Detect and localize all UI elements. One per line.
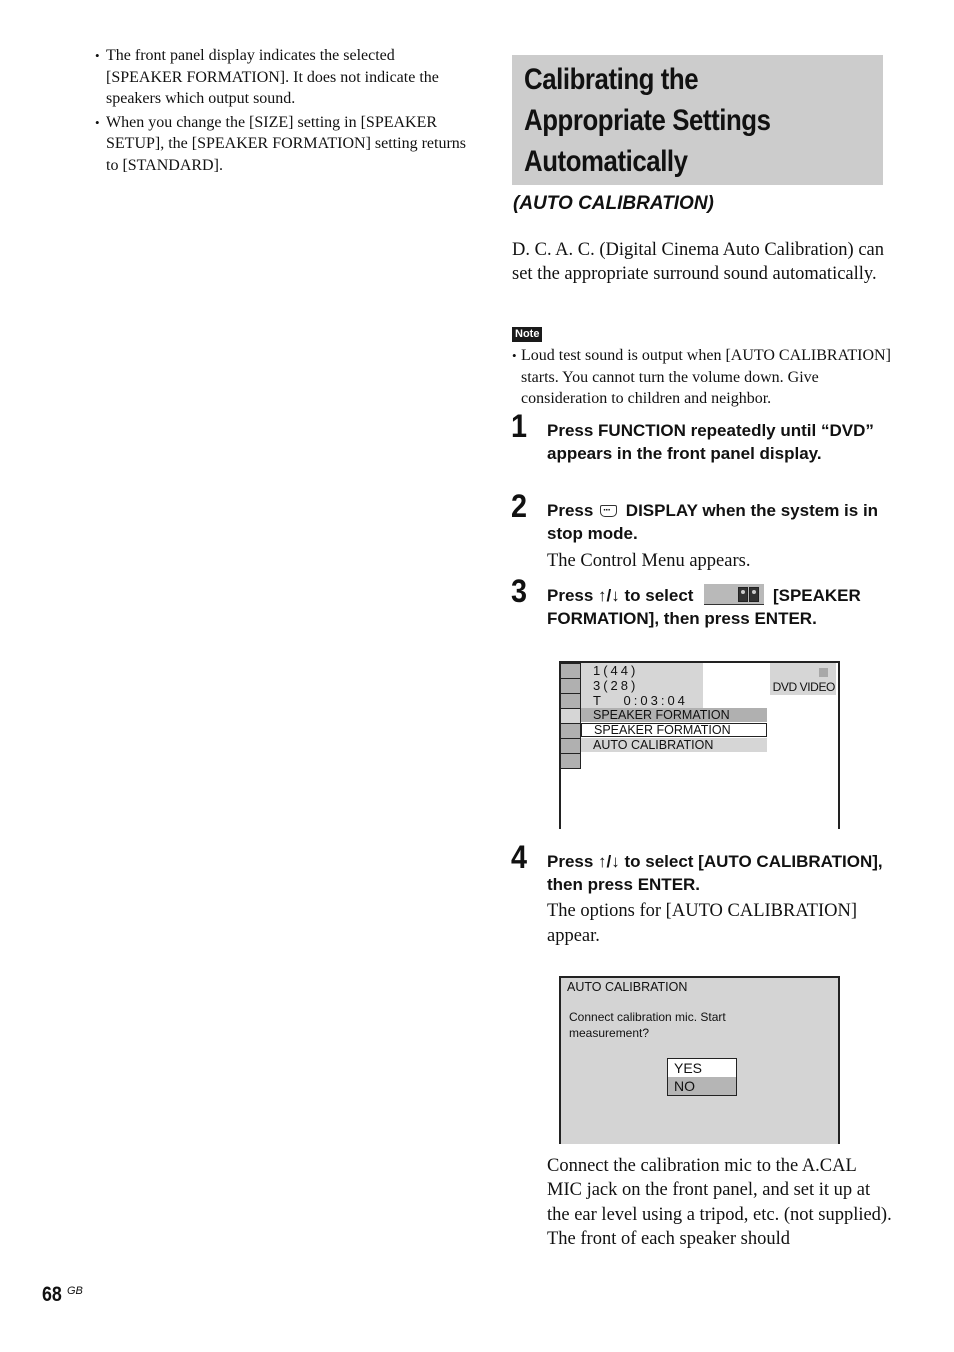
playback-info: 1(44) 3(28) T 0:03:04 (581, 663, 703, 708)
section-subtitle: (AUTO CALIBRATION) (513, 193, 714, 214)
step-number: 2 (511, 488, 528, 524)
section-title: Calibrating the Appropriate Settings Aut… (524, 59, 771, 182)
disc-type-indicator: DVD VIDEO (770, 663, 836, 695)
title-line: Calibrating the (524, 63, 699, 96)
step-body: The options for [AUTO CALIBRATION] appea… (547, 901, 858, 946)
page-region-suffix: GB (67, 1285, 83, 1297)
yes-option[interactable]: YES (667, 1058, 737, 1078)
menu-icon-cell (561, 753, 581, 769)
screen-title: AUTO CALIBRATION (567, 980, 688, 994)
step-body: The Control Menu appears. (547, 551, 751, 571)
note-label: Note (512, 327, 543, 342)
step-number: 1 (511, 408, 528, 444)
menu-icon-cell (561, 678, 581, 694)
continuation-paragraph: Connect the calibration mic to the A.CAL… (547, 1156, 892, 1249)
step-number: 4 (511, 839, 528, 875)
page-number: 68 (42, 1283, 62, 1306)
title-line: Automatically (524, 145, 688, 178)
screen-message: Connect calibration mic. Start measureme… (569, 1010, 726, 1040)
step-number: 3 (511, 573, 528, 609)
title-info: 1(44) (593, 663, 639, 678)
menu-icon-cell (561, 693, 581, 709)
display-button-icon (600, 499, 618, 522)
step-heading: Press ↑/↓ to select [SPEAKER FORMATION],… (547, 584, 887, 630)
bullet-note: The front panel display indicates the se… (95, 45, 475, 110)
status-square-icon (819, 668, 828, 677)
menu-option-selected[interactable]: SPEAKER FORMATION (581, 723, 767, 737)
step-heading-text: Press (547, 501, 594, 520)
menu-icon-cell (561, 723, 581, 739)
no-option[interactable]: NO (667, 1077, 737, 1096)
control-menu-screen: 1(44) 3(28) T 0:03:04 DVD VIDEO SPEAKER … (559, 661, 840, 829)
time-info: T 0:03:04 (593, 693, 688, 708)
disc-type-label: DVD VIDEO (772, 680, 836, 694)
auto-calibration-screen: AUTO CALIBRATION Connect calibration mic… (559, 976, 840, 1144)
step-heading: Press DISPLAY when the system is in stop… (547, 499, 887, 545)
chapter-info: 3(28) (593, 678, 639, 693)
speaker-formation-icon (704, 584, 765, 605)
menu-option[interactable]: AUTO CALIBRATION (581, 738, 767, 752)
bullet-note: When you change the [SIZE] setting in [S… (95, 112, 475, 177)
step-heading-text: DISPLAY when the system is in stop mode. (547, 501, 879, 543)
step-heading: Press FUNCTION repeatedly until “DVD” ap… (547, 421, 874, 463)
section-title-box: Calibrating the Appropriate Settings Aut… (512, 55, 883, 185)
step-heading-text: Press ↑/↓ to select (547, 586, 694, 605)
menu-icon-cell (561, 738, 581, 754)
menu-icon-cell (561, 663, 581, 679)
step-heading: Press ↑/↓ to select [AUTO CALIBRATION], … (547, 852, 883, 894)
left-column: The front panel display indicates the se… (95, 45, 475, 178)
title-line: Appropriate Settings (524, 104, 771, 137)
control-menu-icon-column (561, 663, 581, 769)
menu-icon-cell-active (561, 708, 581, 724)
menu-header: SPEAKER FORMATION (581, 708, 767, 722)
intro-paragraph: D. C. A. C. (Digital Cinema Auto Calibra… (512, 240, 885, 284)
note-text: Loud test sound is output when [AUTO CAL… (512, 345, 892, 412)
note-bullet: Loud test sound is output when [AUTO CAL… (512, 345, 892, 410)
